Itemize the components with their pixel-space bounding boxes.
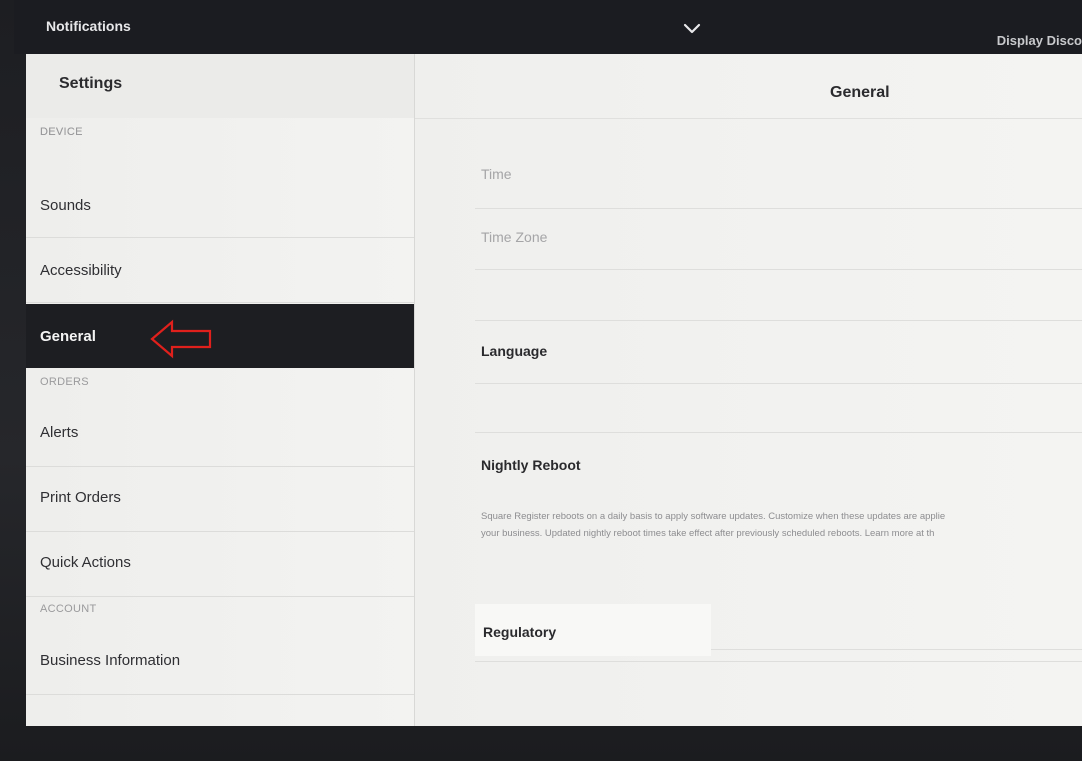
settings-screen: Settings DEVICE DEVICE Sounds Accessibil… <box>26 54 1082 726</box>
nightly-reboot-description: Square Register reboots on a daily basis… <box>481 508 1081 542</box>
settings-sidebar: Settings DEVICE DEVICE Sounds Accessibil… <box>26 54 415 726</box>
language-row[interactable]: Language <box>475 321 1082 384</box>
sidebar-item-label: Print Orders <box>40 489 121 506</box>
nightly-reboot-label: Nightly Reboot <box>481 457 581 473</box>
notifications-tab[interactable]: Notifications <box>46 18 131 34</box>
description-line-1: Square Register reboots on a daily basis… <box>481 511 946 522</box>
top-bar: Notifications Display Disco <box>14 0 1082 54</box>
regulatory-row[interactable]: Regulatory <box>475 604 711 656</box>
sidebar-header: Settings DEVICE <box>26 54 414 138</box>
sidebar-item-sounds[interactable]: Sounds <box>26 173 414 238</box>
left-arrow-annotation-icon <box>150 319 212 359</box>
sidebar-item-accessibility[interactable]: Accessibility <box>26 238 414 303</box>
time-label: Time <box>481 166 512 182</box>
sidebar-item-label: Quick Actions <box>40 554 131 571</box>
time-zone-row[interactable]: Time Zone <box>475 209 1082 270</box>
page-title: General <box>830 84 890 101</box>
sidebar-item-business-information[interactable]: Business Information <box>26 630 414 695</box>
time-zone-label: Time Zone <box>481 229 548 245</box>
general-settings-panel: General Time Time Zone Language Nightly … <box>415 54 1082 726</box>
divider <box>475 660 1082 662</box>
device-photo: Notifications Display Disco Settings DEV… <box>0 0 1082 761</box>
description-line-2: your business. Updated nightly reboot ti… <box>481 528 935 539</box>
section-label-orders: ORDERS <box>40 376 89 388</box>
sidebar-item-print-orders[interactable]: Print Orders <box>26 467 414 532</box>
time-row[interactable]: Time <box>475 142 1082 209</box>
sidebar-item-alerts[interactable]: Alerts <box>26 402 414 467</box>
display-disconnect-label[interactable]: Display Disco <box>997 33 1082 48</box>
content-header: General <box>415 54 1082 119</box>
sidebar-item-label: Alerts <box>40 424 79 441</box>
sidebar-item-label: Accessibility <box>40 262 122 279</box>
spacer-row <box>475 270 1082 321</box>
sidebar-item-label: General <box>40 328 96 345</box>
sidebar-item-quick-actions[interactable]: Quick Actions <box>26 532 414 597</box>
spacer-row-2 <box>475 384 1082 433</box>
language-label: Language <box>481 343 548 359</box>
section-label-account: ACCOUNT <box>40 603 97 615</box>
sidebar-title: Settings <box>59 75 123 92</box>
sidebar-item-label: Sounds <box>40 197 91 214</box>
chevron-down-icon[interactable] <box>682 22 702 36</box>
section-label-device-visible: DEVICE <box>40 126 83 138</box>
sidebar-item-label: Business Information <box>40 652 181 669</box>
regulatory-label: Regulatory <box>483 624 557 640</box>
sidebar-item-general[interactable]: General <box>26 304 414 368</box>
